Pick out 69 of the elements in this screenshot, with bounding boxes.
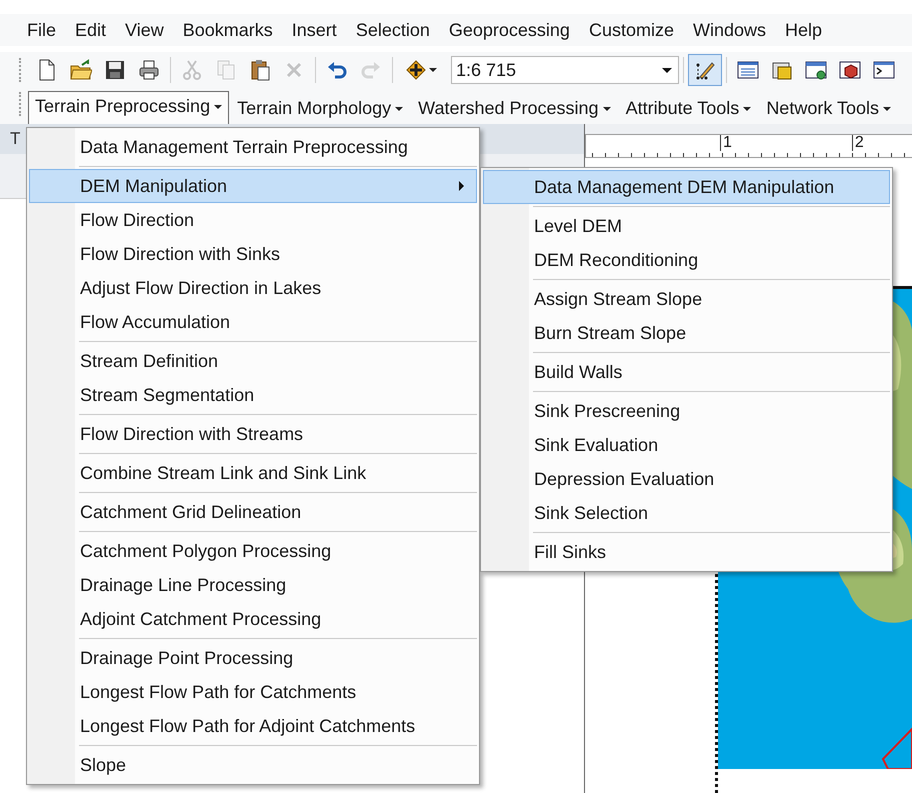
ruler-label: 1 — [720, 135, 732, 151]
menu-item[interactable]: Flow Direction with Streams — [29, 417, 477, 451]
toolbar-menu-button[interactable]: Watershed Processing — [411, 93, 618, 124]
pencil-button[interactable] — [688, 54, 722, 86]
menu-item[interactable]: Stream Segmentation — [29, 378, 477, 412]
toolbar-menu-button[interactable]: Network Tools — [759, 93, 898, 124]
scale-field[interactable]: 1:6 715 — [451, 56, 679, 84]
caret-icon — [602, 106, 611, 110]
menu-bar-item[interactable]: Edit — [67, 16, 118, 44]
menu-item[interactable]: Longest Flow Path for Adjoint Catchments — [29, 709, 477, 743]
caret-icon — [743, 106, 752, 110]
menu-item[interactable]: Stream Definition — [29, 344, 477, 378]
redo-icon — [360, 59, 382, 81]
toolbar-menu-button[interactable]: Attribute Tools — [618, 93, 758, 124]
caret-icon — [429, 68, 437, 72]
menu-item[interactable]: DEM Manipulation — [29, 169, 477, 203]
menu-bar-item[interactable]: Help — [777, 16, 834, 44]
menu-item[interactable]: Data Management Terrain Preprocessing — [29, 130, 477, 164]
clipboard-icon — [249, 59, 271, 81]
menu-item[interactable]: Assign Stream Slope — [483, 282, 890, 316]
caret-icon — [214, 104, 222, 108]
menu-item[interactable]: Depression Evaluation — [483, 462, 890, 496]
menu-item[interactable]: Burn Stream Slope — [483, 316, 890, 350]
menu-item[interactable]: Sink Selection — [483, 496, 890, 530]
plus-icon — [405, 59, 427, 81]
menu-bar-item[interactable]: View — [117, 16, 175, 44]
menu-item[interactable]: Longest Flow Path for Catchments — [29, 675, 477, 709]
menu-item[interactable]: Adjoint Catchment Processing — [29, 602, 477, 636]
submenu-arrow-icon — [459, 181, 464, 191]
copy-icon — [215, 59, 237, 81]
undo-icon — [326, 59, 348, 81]
menu-bar-item[interactable]: Geoprocessing — [440, 16, 581, 44]
folder-icon — [70, 59, 92, 81]
scissors-icon — [181, 59, 203, 81]
table-window-icon — [737, 59, 759, 81]
menu-item[interactable]: Flow Direction with Sinks — [29, 237, 477, 271]
cube-icon — [839, 59, 861, 81]
menu-bar-item[interactable]: Windows — [684, 16, 778, 44]
menu-bar-item[interactable]: Customize — [580, 16, 685, 44]
menu-item[interactable]: Catchment Polygon Processing — [29, 534, 477, 568]
menu-item[interactable]: Sink Evaluation — [483, 428, 890, 462]
menu-item[interactable]: Flow Accumulation — [29, 305, 477, 339]
menu-item[interactable]: Drainage Point Processing — [29, 641, 477, 675]
menu-item[interactable]: Data Management DEM Manipulation — [483, 170, 890, 204]
menu-item[interactable]: Build Walls — [483, 355, 890, 389]
toolbar-menu-button[interactable]: Terrain Morphology — [230, 93, 410, 124]
menu-item[interactable]: Level DEM — [483, 209, 890, 243]
dropdown-arrow-icon — [662, 68, 672, 72]
menu-item[interactable]: Slope — [29, 748, 477, 782]
menu-item[interactable]: DEM Reconditioning — [483, 243, 890, 277]
menu-bar-item[interactable]: Bookmarks — [174, 16, 284, 44]
menu-item[interactable]: Sink Prescreening — [483, 394, 890, 428]
menu-item[interactable]: Fill Sinks — [483, 535, 890, 569]
panel-title: T — [10, 129, 20, 149]
toolbar-menu-button[interactable]: Terrain Preprocessing — [28, 91, 230, 124]
caret-icon — [395, 106, 404, 110]
menu-item[interactable]: Adjust Flow Direction in Lakes — [29, 271, 477, 305]
menu-item[interactable]: Combine Stream Link and Sink Link — [29, 456, 477, 490]
menu-item[interactable]: Flow Direction — [29, 203, 477, 237]
menu-item[interactable]: Drainage Line Processing — [29, 568, 477, 602]
menu-bar-item[interactable]: Insert — [284, 16, 348, 44]
menu-bar-item[interactable]: Selection — [348, 16, 441, 44]
caret-icon — [883, 106, 892, 110]
menu-item[interactable]: Catchment Grid Delineation — [29, 495, 477, 529]
window-icon — [805, 59, 827, 81]
ruler-label: 2 — [852, 135, 864, 151]
terminal-icon — [873, 59, 895, 81]
printer-icon — [138, 59, 160, 81]
menu-bar-item[interactable]: File — [19, 16, 68, 44]
